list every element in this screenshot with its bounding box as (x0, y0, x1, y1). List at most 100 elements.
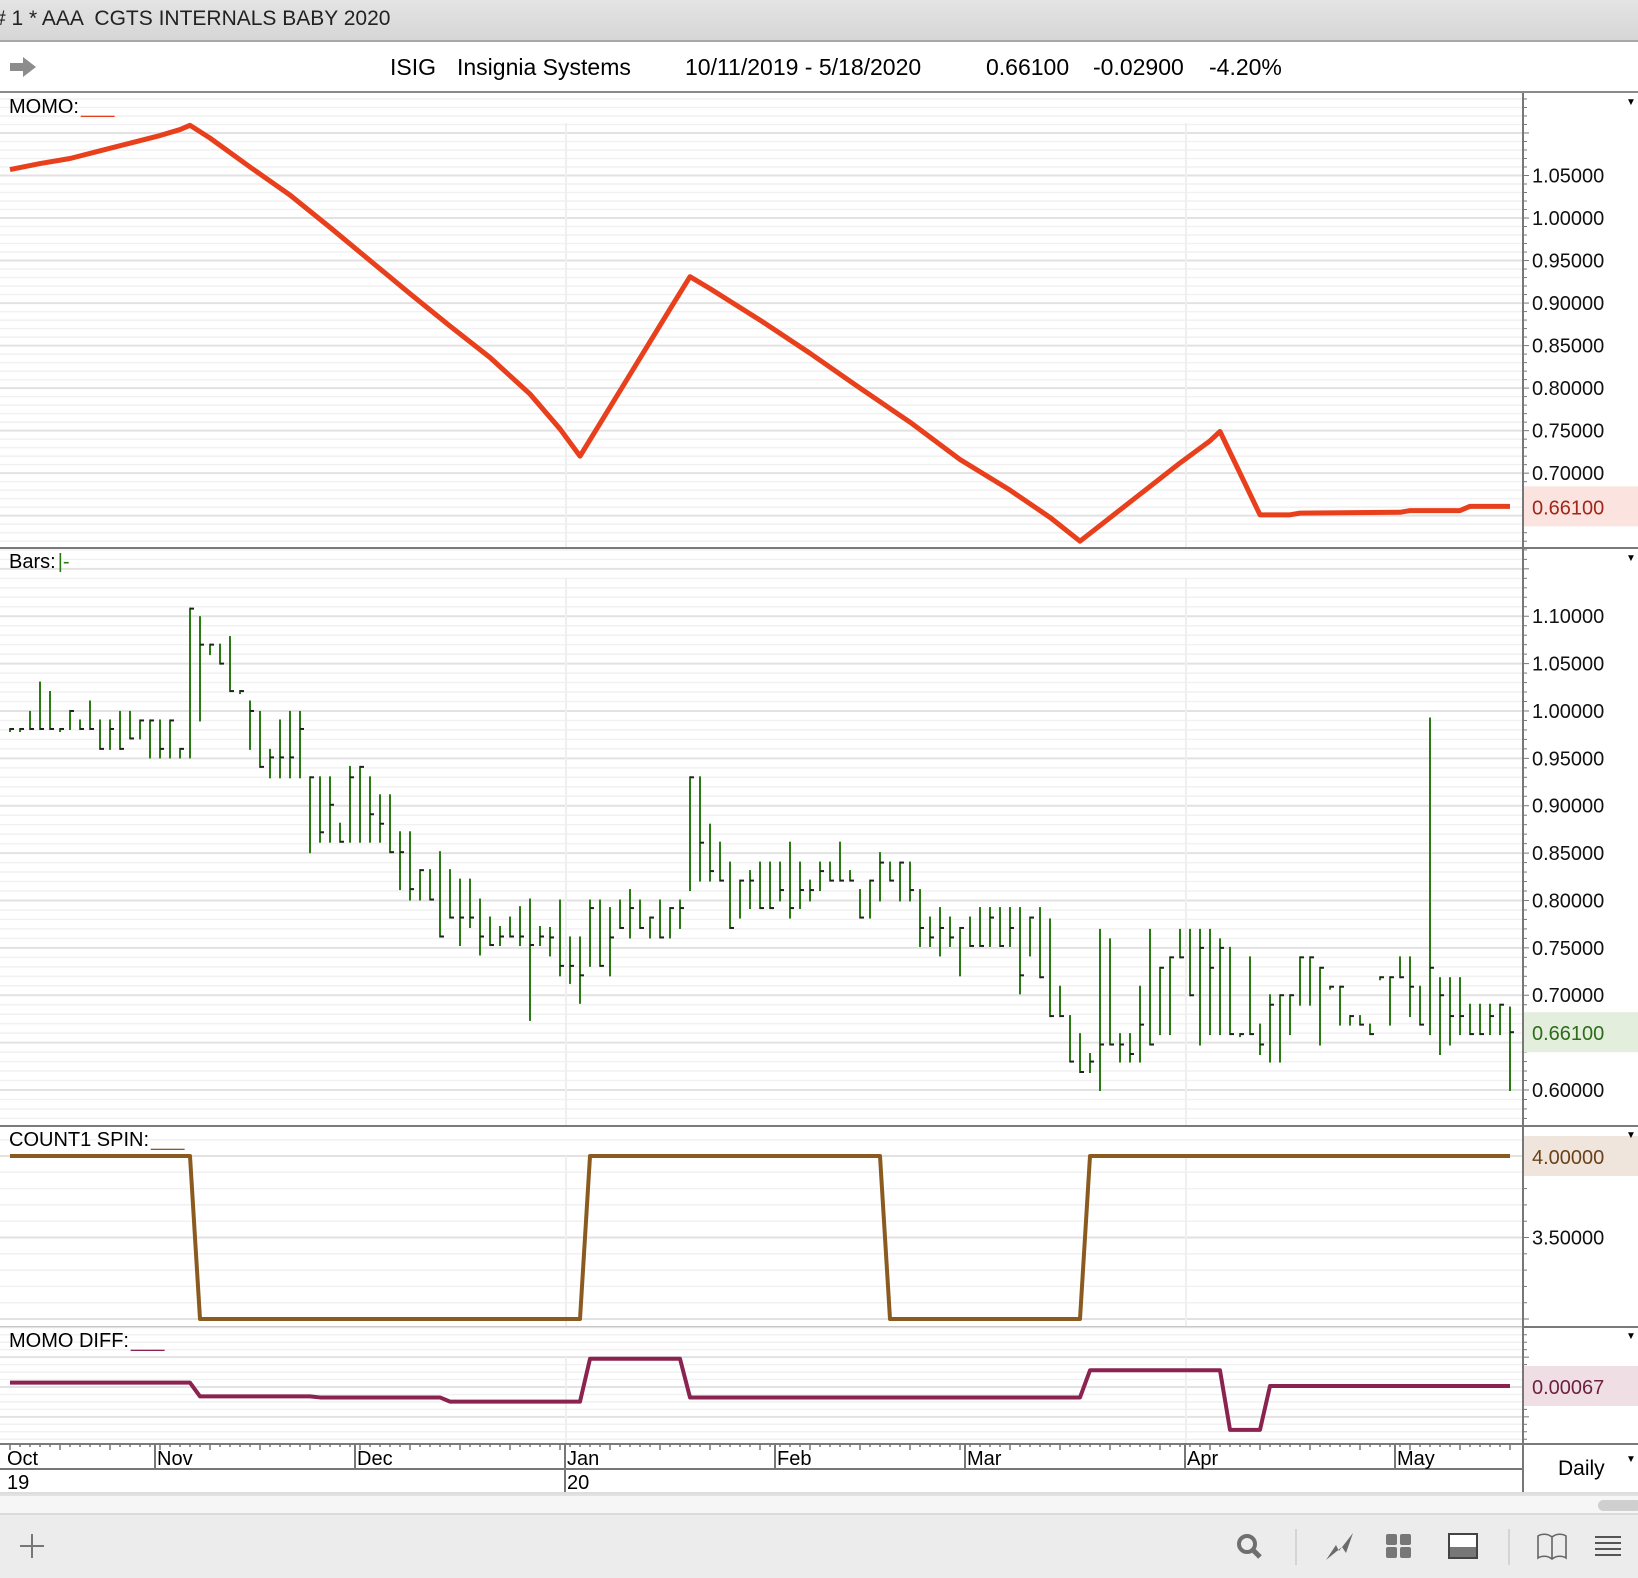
periodicity-caret-icon[interactable]: ▼ (1626, 1454, 1636, 1465)
price-bar (339, 822, 344, 843)
panel-layout-icon[interactable] (1447, 1531, 1479, 1561)
price-bar (1379, 976, 1384, 981)
price-bar (1449, 977, 1454, 1046)
price-bar (519, 906, 524, 947)
diff-legend-symbol: ___ (130, 1330, 165, 1352)
bars-pane-menu-caret-icon[interactable]: ▼ (1626, 553, 1636, 564)
price-bar (89, 700, 94, 730)
price-bar (1429, 717, 1434, 1036)
price-bar (419, 869, 424, 901)
price-bar (459, 878, 464, 947)
bars-current-value: 0.66100 (1532, 1023, 1604, 1045)
price-bar (739, 879, 744, 919)
add-icon[interactable] (16, 1531, 48, 1561)
price-bar (819, 861, 824, 892)
price-bar (669, 907, 674, 939)
price-bar (1329, 985, 1334, 990)
price-bar (1299, 956, 1304, 1006)
price-bar (429, 869, 434, 901)
book-icon[interactable] (1536, 1531, 1568, 1561)
toolbar-separator (1508, 1529, 1510, 1565)
momo-axis-label: 0.90000 (1532, 293, 1604, 315)
price-bar (1219, 938, 1224, 1036)
price-bar (1109, 938, 1114, 1046)
price-bar (1129, 1033, 1134, 1063)
search-icon[interactable] (1234, 1531, 1266, 1561)
count-pane: 3.50000 4.00000 (0, 1135, 1638, 1328)
momo-line (9, 122, 1510, 544)
chart-line-icon[interactable] (1324, 1531, 1356, 1561)
price-bar (979, 907, 984, 947)
diff-pane-label: MOMO DIFF: ___ (9, 1330, 164, 1353)
price-bar (869, 879, 874, 919)
price-bar (439, 851, 444, 938)
diff-pane-menu-caret-icon[interactable]: ▼ (1626, 1331, 1636, 1342)
price-bar (579, 936, 584, 1004)
bars-axis-label: 0.60000 (1532, 1080, 1604, 1102)
price-bar (489, 916, 494, 947)
price-bar (39, 681, 44, 730)
count-pane-menu-caret-icon[interactable]: ▼ (1626, 1130, 1636, 1141)
month-label-apr: Apr (1187, 1448, 1218, 1470)
menu-list-icon[interactable] (1592, 1531, 1624, 1561)
price-bar (249, 700, 254, 750)
price-bar (1369, 1023, 1374, 1036)
momo-axis-label: 1.00000 (1532, 208, 1604, 230)
price-bar (1339, 985, 1344, 1026)
price-bar (1479, 1003, 1484, 1036)
price-bar (269, 748, 274, 779)
bars-label-text: Bars: (9, 551, 56, 573)
momo-pane-label: MOMO: ___ (9, 96, 114, 119)
price-bar (59, 727, 64, 732)
bars-axis-label: 0.90000 (1532, 796, 1604, 818)
price-bar (1229, 946, 1234, 1036)
chart-area[interactable]: 1.05000 1.00000 0.95000 0.90000 0.85000 0.800… (0, 0, 1638, 1576)
price-bar (619, 899, 624, 929)
date-axis: Oct19 Nov Dec Jan20 Feb Mar Apr May (0, 1444, 1638, 1494)
price-bar (409, 831, 414, 901)
count-current-value: 4.00000 (1532, 1147, 1604, 1169)
bars-axis-label: 0.80000 (1532, 890, 1604, 912)
price-bar (719, 841, 724, 882)
price-bar (449, 869, 454, 919)
price-bar (1409, 956, 1414, 1018)
month-label-mar: Mar (967, 1448, 1002, 1470)
price-bar (1509, 1006, 1514, 1091)
price-bar (1119, 1033, 1124, 1063)
price-bar (549, 926, 554, 957)
momo-axis-label: 0.95000 (1532, 251, 1604, 273)
price-bar (799, 861, 804, 910)
price-bar (1029, 916, 1034, 957)
bars-axis-label: 1.05000 (1532, 654, 1604, 676)
horizontal-scrollbar[interactable] (0, 1494, 1638, 1514)
price-bar (1499, 1003, 1504, 1036)
momo-axis-label: 1.05000 (1532, 165, 1604, 187)
scrollbar-thumb[interactable] (1598, 1500, 1638, 1511)
count-pane-label: COUNT1 SPIN: ___ (9, 1129, 184, 1152)
price-bar (629, 889, 634, 939)
price-bar (679, 899, 684, 929)
grid-layout-icon[interactable] (1382, 1531, 1414, 1561)
momo-current-value: 0.66100 (1532, 497, 1604, 519)
periodicity-selector[interactable]: Daily (1558, 1457, 1605, 1481)
price-bar (929, 916, 934, 947)
month-label-may: May (1397, 1448, 1435, 1470)
price-bar (1259, 1023, 1264, 1055)
price-bar (1069, 1015, 1074, 1063)
price-bar (859, 889, 864, 919)
bars-legend-symbol: |- (57, 551, 70, 573)
count-legend-symbol: ___ (151, 1129, 185, 1151)
price-bar (1149, 928, 1154, 1046)
price-bar (529, 898, 534, 1021)
momo-pane-menu-caret-icon[interactable]: ▼ (1626, 97, 1636, 108)
price-bar (989, 907, 994, 947)
price-bar (349, 765, 354, 843)
price-bar (99, 719, 104, 750)
price-bar (609, 907, 614, 977)
price-bar (1089, 1052, 1094, 1073)
bars-pane-label: Bars: |- (9, 551, 70, 574)
price-bar (19, 727, 24, 732)
momo-legend-symbol: ___ (81, 96, 115, 118)
price-bar (129, 710, 134, 740)
momo-axis-label: 0.80000 (1532, 378, 1604, 400)
